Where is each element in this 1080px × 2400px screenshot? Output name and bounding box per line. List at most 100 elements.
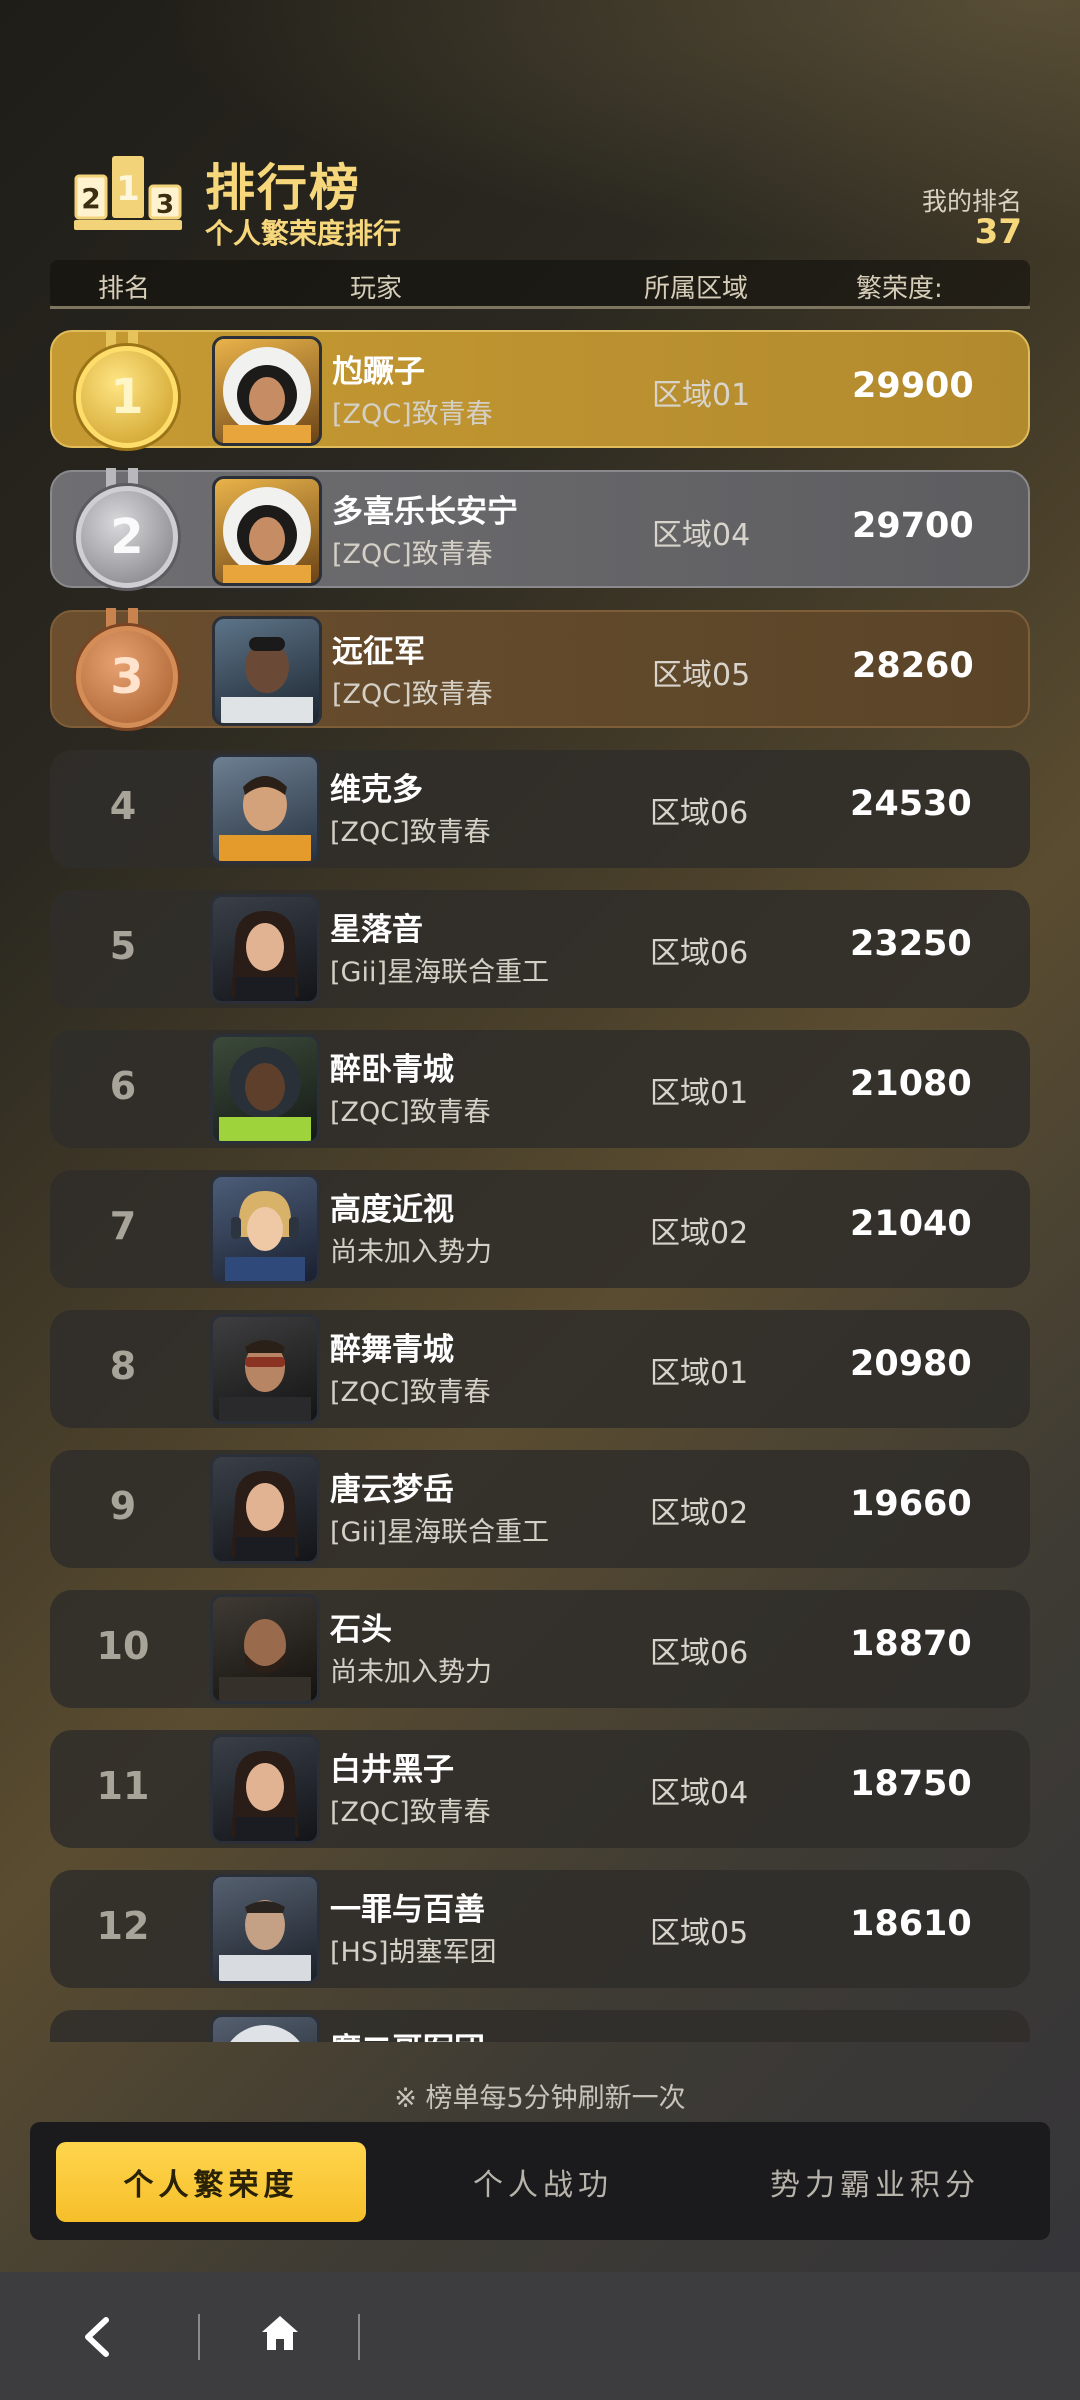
player-name: 魔二哥军团	[330, 2024, 485, 2042]
armored-soldier-portrait-icon	[219, 1900, 311, 1981]
avatar[interactable]	[210, 1174, 320, 1284]
player-score: 29900	[852, 366, 974, 406]
player-score: 23250	[850, 924, 972, 964]
player-name: 白井黑子	[330, 1752, 454, 1788]
avatar[interactable]	[210, 754, 320, 864]
navigation-bar	[0, 2272, 1080, 2400]
player-region: 区域02	[650, 1496, 749, 1531]
player-guild: [ZQC]致青春	[330, 1377, 491, 1408]
player-guild: [ZQC]致青春	[330, 817, 491, 848]
player-guild: [HS]胡塞军团	[330, 1937, 497, 1968]
player-guild: [ZQC]致青春	[332, 679, 493, 710]
player-score: 19660	[850, 1484, 972, 1524]
player-name: 石头	[330, 1612, 392, 1648]
player-guild: [ZQC]致青春	[332, 539, 493, 570]
player-name: 维克多	[330, 772, 423, 808]
header-rank: 排名	[98, 274, 151, 304]
player-name: 星落音	[330, 912, 423, 948]
player-guild: [Gii]星海联合重工	[330, 1517, 549, 1548]
headset-pilot-portrait-icon	[225, 1191, 305, 1281]
avatar[interactable]	[210, 1034, 320, 1144]
home-icon[interactable]	[258, 2312, 302, 2356]
refresh-note: ※ 榜单每5分钟刷新一次	[394, 2083, 686, 2114]
ranking-row[interactable]: 10 石头 尚未加入势力 区域06 18870	[50, 1590, 1030, 1708]
player-guild: 尚未加入势力	[330, 1237, 492, 1268]
player-name: 唐云梦岳	[330, 1472, 454, 1508]
bronze-medal-icon: 3	[76, 626, 178, 728]
astronaut-portrait-icon	[223, 347, 311, 443]
player-score: 20980	[850, 1344, 972, 1384]
gold-medal-icon: 1	[76, 346, 178, 448]
ranking-row[interactable]: 13 魔二哥军团	[50, 2010, 1030, 2042]
table-header: 排名 玩家 所属区域 繁荣度:	[50, 260, 1030, 308]
header-prosperity: 繁荣度:	[856, 274, 943, 304]
player-score: 29700	[852, 506, 974, 546]
player-guild: [ZQC]致青春	[332, 399, 493, 430]
ranking-row[interactable]: 3 远征军 [ZQC]致青春 区域05 28260	[50, 608, 1030, 728]
goggles-soldier-portrait-icon	[219, 1340, 311, 1421]
player-score: 18610	[850, 1904, 972, 1944]
rank-number: 5	[109, 924, 137, 968]
ranking-row[interactable]: 5 星落音 [Gii]星海联合重工 区域06 23250	[50, 890, 1030, 1008]
ranking-row[interactable]: 7 高度近视 尚未加入势力 区域02 21040	[50, 1170, 1030, 1288]
avatar[interactable]	[210, 1314, 320, 1424]
avatar[interactable]	[210, 1734, 320, 1844]
tab-personal-prosperity[interactable]: 个人繁荣度	[56, 2142, 366, 2222]
player-score: 18750	[850, 1764, 972, 1804]
player-guild: [ZQC]致青春	[330, 1097, 491, 1128]
player-score: 21040	[850, 1204, 972, 1244]
player-region: 区域05	[652, 658, 751, 693]
player-region: 区域05	[650, 1916, 749, 1951]
ranking-row[interactable]: 11 白井黑子 [ZQC]致青春 区域04 18750	[50, 1730, 1030, 1848]
player-score: 24530	[850, 784, 972, 824]
player-name: 高度近视	[330, 1192, 454, 1228]
player-name: 尥蹶子	[332, 354, 425, 390]
avatar[interactable]	[210, 1454, 320, 1564]
bearded-soldier-portrait-icon	[219, 1619, 311, 1701]
ranking-row[interactable]: 8 醉舞青城 [ZQC]致青春 区域01 20980	[50, 1310, 1030, 1428]
soldier-portrait-icon	[221, 637, 313, 723]
astronaut-portrait-icon	[223, 487, 311, 583]
female-portrait-icon	[231, 911, 299, 1001]
player-score: 28260	[852, 646, 974, 686]
ranking-row[interactable]: 4 维克多 [ZQC]致青春 区域06 24530	[50, 750, 1030, 868]
player-name: 多喜乐长安宁	[332, 494, 518, 530]
ranking-row[interactable]: 9 唐云梦岳 [Gii]星海联合重工 区域02 19660	[50, 1450, 1030, 1568]
avatar[interactable]	[212, 476, 322, 586]
player-region: 区域06	[650, 936, 749, 971]
ranking-list[interactable]: 1 尥蹶子 [ZQC]致青春 区域01 29900 2 多喜乐长安宁 [ZQC]…	[50, 330, 1030, 2042]
player-guild: 尚未加入势力	[330, 1657, 492, 1688]
player-region: 区域04	[652, 518, 751, 553]
player-region: 区域01	[650, 1076, 749, 1111]
female-portrait-icon	[231, 1471, 299, 1561]
female-portrait-icon	[231, 1751, 299, 1841]
nav-divider	[358, 2314, 360, 2360]
page-title: 排行榜	[205, 159, 361, 217]
tab-personal-merit[interactable]: 个人战功	[388, 2142, 698, 2222]
player-region: 区域01	[650, 1356, 749, 1391]
avatar[interactable]	[210, 2014, 320, 2042]
ranking-row[interactable]: 2 多喜乐长安宁 [ZQC]致青春 区域04 29700	[50, 468, 1030, 588]
avatar[interactable]	[210, 1874, 320, 1984]
tab-bar: 个人繁荣度 个人战功 势力霸业积分	[30, 2122, 1050, 2240]
back-arrow-icon[interactable]	[70, 2312, 130, 2362]
rank-number: 10	[96, 1624, 150, 1668]
player-region: 区域01	[652, 378, 751, 413]
avatar[interactable]	[212, 616, 322, 726]
tab-faction-score[interactable]: 势力霸业积分	[720, 2142, 1030, 2222]
avatar[interactable]	[210, 894, 320, 1004]
player-name: 远征军	[332, 634, 425, 670]
page-subtitle: 个人繁荣度排行	[205, 217, 402, 250]
svg-text:1: 1	[116, 169, 140, 209]
ranking-row[interactable]: 6 醉卧青城 [ZQC]致青春 区域01 21080	[50, 1030, 1030, 1148]
header-player: 玩家	[350, 274, 403, 304]
ranking-row[interactable]: 1 尥蹶子 [ZQC]致青春 区域01 29900	[50, 330, 1030, 448]
avatar[interactable]	[210, 1594, 320, 1704]
player-guild: [ZQC]致青春	[330, 1797, 491, 1828]
avatar[interactable]	[212, 336, 322, 446]
pilot-portrait-icon	[219, 776, 311, 861]
ranking-row[interactable]: 12 一罪与百善 [HS]胡塞军团 区域05 18610	[50, 1870, 1030, 1988]
player-score: 21080	[850, 1064, 972, 1104]
rank-number: 4	[109, 784, 137, 828]
podium-icon: 2 1 3	[74, 156, 182, 230]
